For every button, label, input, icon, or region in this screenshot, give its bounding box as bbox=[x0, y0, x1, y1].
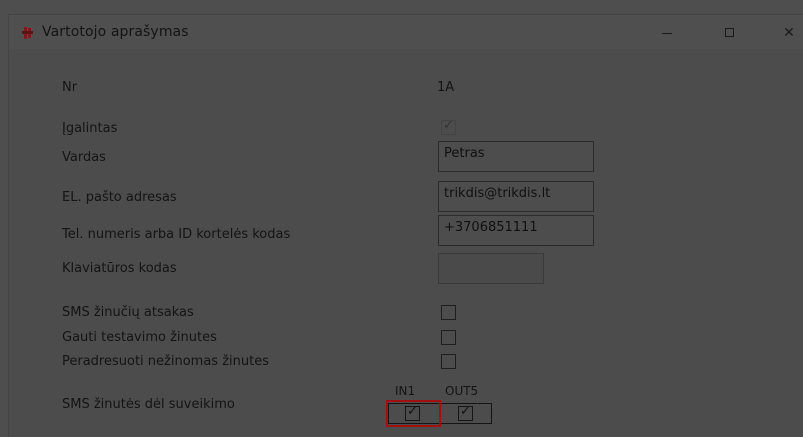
forward-checkbox[interactable] bbox=[441, 354, 456, 369]
close-button[interactable]: ✕ bbox=[779, 24, 799, 42]
user-description-window: Vartotojo aprašymas ✕ Nr 1A Įgalintas ✓ … bbox=[8, 14, 803, 437]
phone-label: Tel. numeris arba ID kortelės kodas bbox=[62, 227, 291, 242]
keypad-label: Klaviatūros kodas bbox=[62, 261, 177, 276]
keypad-input[interactable] bbox=[438, 253, 544, 284]
maximize-button[interactable] bbox=[720, 24, 740, 42]
enabled-checkbox: ✓ bbox=[441, 118, 456, 135]
in1-highlight-box bbox=[386, 400, 441, 427]
screen-dim-overlay: Vartotojo aprašymas ✕ Nr 1A Įgalintas ✓ … bbox=[0, 0, 803, 437]
nr-value: 1A bbox=[437, 80, 455, 95]
phone-input[interactable]: +3706851111 bbox=[438, 215, 594, 246]
close-icon: ✕ bbox=[783, 25, 795, 41]
name-label: Vardas bbox=[62, 150, 106, 165]
minimize-button[interactable] bbox=[657, 24, 677, 42]
minimize-icon bbox=[662, 33, 672, 34]
in1-column-header: IN1 bbox=[395, 384, 416, 398]
out5-column-header: OUT5 bbox=[445, 384, 479, 398]
test-msgs-checkbox[interactable] bbox=[441, 330, 456, 345]
nr-label: Nr bbox=[62, 80, 78, 95]
sms-reply-checkbox[interactable] bbox=[441, 305, 456, 320]
check-icon: ✓ bbox=[460, 404, 471, 419]
title-bar: Vartotojo aprašymas ✕ bbox=[9, 15, 803, 49]
sms-reply-label: SMS žinučių atsakas bbox=[62, 305, 194, 320]
email-label: EL. pašto adresas bbox=[62, 190, 177, 205]
check-icon: ✓ bbox=[443, 118, 454, 133]
enabled-label: Įgalintas bbox=[62, 121, 118, 136]
email-input[interactable]: trikdis@trikdis.lt bbox=[438, 181, 594, 212]
name-input[interactable]: Petras bbox=[438, 141, 594, 172]
test-msgs-label: Gauti testavimo žinutes bbox=[62, 330, 217, 345]
trigger-label: SMS žinutės dėl suveikimo bbox=[62, 397, 235, 412]
out5-checkbox[interactable]: ✓ bbox=[458, 404, 473, 421]
forward-label: Peradresuoti nežinomas žinutes bbox=[62, 354, 269, 369]
window-title: Vartotojo aprašymas bbox=[42, 24, 189, 40]
app-icon bbox=[22, 27, 33, 39]
maximize-icon bbox=[725, 28, 734, 37]
